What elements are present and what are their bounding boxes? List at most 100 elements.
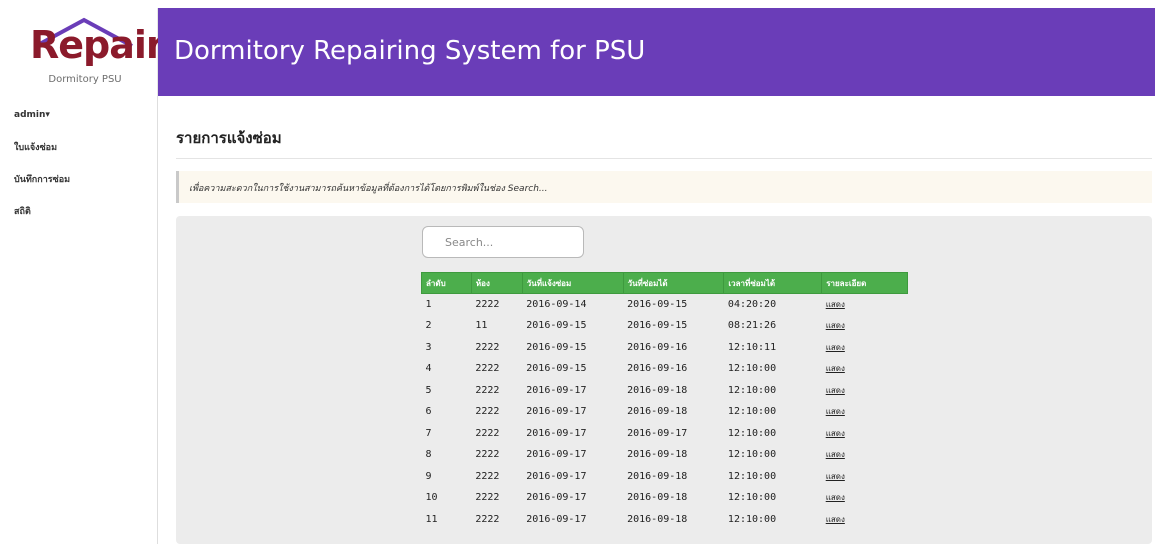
logo-subtitle: Dormitory PSU <box>48 74 122 85</box>
cell-repair-date: 2016-09-18 <box>627 492 688 504</box>
title-divider <box>176 158 1152 159</box>
table-row: 4 2222 2016-09-15 2016-09-16 12:10:00 แสดง <box>422 358 908 380</box>
table-row: 9 2222 2016-09-17 2016-09-18 12:10:00 แสดง <box>422 466 908 488</box>
cell-repair-date: 2016-09-18 <box>627 406 688 418</box>
header-title: Dormitory Repairing System for PSU <box>174 36 646 66</box>
notice-box: เพื่อความสะดวกในการใช้งานสามารถค้นหาข้อม… <box>176 171 1152 203</box>
show-details-link[interactable]: แสดง <box>826 343 845 352</box>
cell-request-date: 2016-09-15 <box>526 363 587 375</box>
cell-repair-date: 2016-09-17 <box>627 427 688 439</box>
cell-request-date: 2016-09-17 <box>526 470 587 482</box>
table-row: 3 2222 2016-09-15 2016-09-16 12:10:11 แสดง <box>422 337 908 359</box>
search-input[interactable] <box>423 227 583 257</box>
column-header-repair-date: วันที่ซ่อมได้ <box>622 272 725 294</box>
cell-repair-time: 12:10:00 <box>727 427 777 439</box>
repair-table: ลำดับ ห้อง วันที่แจ้งซ่อม วันที่ซ่อมได้ … <box>421 272 908 530</box>
cell-room: 2222 <box>475 406 500 418</box>
cell-order: 2 <box>425 320 432 332</box>
table-row: 11 2222 2016-09-17 2016-09-18 12:10:00 แสดง <box>422 509 908 531</box>
cell-room: 2222 <box>475 363 500 375</box>
table-row: 1 2222 2016-09-14 2016-09-15 04:20:20 แสดง <box>422 294 908 316</box>
cell-room: 2222 <box>475 492 500 504</box>
cell-order: 10 <box>425 492 438 504</box>
cell-order: 1 <box>425 299 432 310</box>
cell-order: 6 <box>425 406 432 418</box>
sidebar-item-admin[interactable]: admin▾ <box>14 110 50 120</box>
cell-order: 4 <box>425 363 432 375</box>
show-details-link[interactable]: แสดง <box>826 386 845 395</box>
cell-repair-time: 12:10:11 <box>727 341 777 353</box>
cell-repair-date: 2016-09-16 <box>627 363 688 375</box>
table-row: 6 2222 2016-09-17 2016-09-18 12:10:00 แสดง <box>422 401 908 423</box>
table-row: 2 11 2016-09-15 2016-09-15 08:21:26 แสดง <box>422 315 908 337</box>
show-details-link[interactable]: แสดง <box>826 300 845 309</box>
cell-repair-time: 12:10:00 <box>727 406 777 418</box>
show-details-link[interactable]: แสดง <box>826 515 845 524</box>
cell-repair-date: 2016-09-18 <box>627 449 688 461</box>
cell-repair-time: 04:20:20 <box>727 299 777 310</box>
cell-repair-time: 12:10:00 <box>727 449 777 461</box>
cell-repair-time: 12:10:00 <box>727 363 777 375</box>
column-header-repair-time: เวลาที่ซ่อมได้ <box>723 272 823 294</box>
table-row: 10 2222 2016-09-17 2016-09-18 12:10:00 แสดง <box>422 487 908 509</box>
show-details-link[interactable]: แสดง <box>826 321 845 330</box>
cell-repair-date: 2016-09-18 <box>627 513 688 525</box>
notice-text: เพื่อความสะดวกในการใช้งานสามารถค้นหาข้อม… <box>189 184 548 194</box>
cell-repair-date: 2016-09-15 <box>627 299 688 310</box>
cell-request-date: 2016-09-15 <box>526 341 587 353</box>
table-header-row: ลำดับ ห้อง วันที่แจ้งซ่อม วันที่ซ่อมได้ … <box>421 272 908 294</box>
cell-details: แสดง <box>822 509 908 531</box>
cell-details: แสดง <box>822 337 908 359</box>
cell-order: 3 <box>425 341 432 353</box>
cell-room: 2222 <box>475 299 500 310</box>
cell-room: 2222 <box>475 470 500 482</box>
table-row: 8 2222 2016-09-17 2016-09-18 12:10:00 แสดง <box>422 444 908 466</box>
cell-repair-time: 12:10:00 <box>727 513 777 525</box>
top-bar: Repair Dormitory PSU Dormitory Repairing… <box>0 0 1155 96</box>
logo-text: Repair <box>30 23 165 67</box>
show-details-link[interactable]: แสดง <box>826 429 845 438</box>
cell-room: 2222 <box>475 341 500 353</box>
cell-request-date: 2016-09-17 <box>526 492 587 504</box>
cell-order: 5 <box>425 384 432 396</box>
sidebar-item-statistics[interactable]: สถิติ <box>14 204 31 218</box>
table-row: 5 2222 2016-09-17 2016-09-18 12:10:00 แสดง <box>422 380 908 402</box>
show-details-link[interactable]: แสดง <box>826 450 845 459</box>
show-details-link[interactable]: แสดง <box>826 472 845 481</box>
cell-details: แสดง <box>822 315 908 337</box>
column-header-request-date: วันที่แจ้งซ่อม <box>521 272 624 294</box>
cell-repair-time: 08:21:26 <box>727 320 777 332</box>
show-details-link[interactable]: แสดง <box>826 407 845 416</box>
sidebar: admin▾ ใบแจ้งซ่อม บันทึกการซ่อม สถิติ <box>0 96 158 544</box>
show-details-link[interactable]: แสดง <box>826 493 845 502</box>
records-panel: ลำดับ ห้อง วันที่แจ้งซ่อม วันที่ซ่อมได้ … <box>176 216 1152 544</box>
header-band: Dormitory Repairing System for PSU <box>158 8 1155 96</box>
cell-request-date: 2016-09-15 <box>526 320 587 332</box>
cell-order: 9 <box>425 470 432 482</box>
sidebar-item-repair-record[interactable]: บันทึกการซ่อม <box>14 172 70 186</box>
show-details-link[interactable]: แสดง <box>826 364 845 373</box>
cell-details: แสดง <box>822 466 908 488</box>
cell-details: แสดง <box>822 380 908 402</box>
cell-room: 2222 <box>475 427 500 439</box>
cell-order: 8 <box>425 449 432 461</box>
cell-repair-time: 12:10:00 <box>727 492 777 504</box>
main-content: รายการแจ้งซ่อม เพื่อความสะดวกในการใช้งาน… <box>158 96 1155 544</box>
cell-order: 7 <box>425 427 432 439</box>
cell-repair-date: 2016-09-16 <box>627 341 688 353</box>
cell-request-date: 2016-09-17 <box>526 384 587 396</box>
sidebar-item-repair-request[interactable]: ใบแจ้งซ่อม <box>14 140 57 154</box>
table-body: 1 2222 2016-09-14 2016-09-15 04:20:20 แสดง 2 11… <box>422 294 908 531</box>
column-header-room: ห้อง <box>470 272 523 294</box>
column-header-details: รายละเอียด <box>821 272 908 294</box>
cell-details: แสดง <box>822 487 908 509</box>
column-header-order: ลำดับ <box>421 272 472 294</box>
cell-details: แสดง <box>822 401 908 423</box>
cell-request-date: 2016-09-17 <box>526 449 587 461</box>
logo[interactable]: Repair Dormitory PSU <box>8 8 165 96</box>
cell-order: 11 <box>425 513 438 525</box>
cell-details: แสดง <box>822 423 908 445</box>
cell-details: แสดง <box>822 358 908 380</box>
search-box[interactable] <box>422 226 584 258</box>
cell-request-date: 2016-09-17 <box>526 406 587 418</box>
